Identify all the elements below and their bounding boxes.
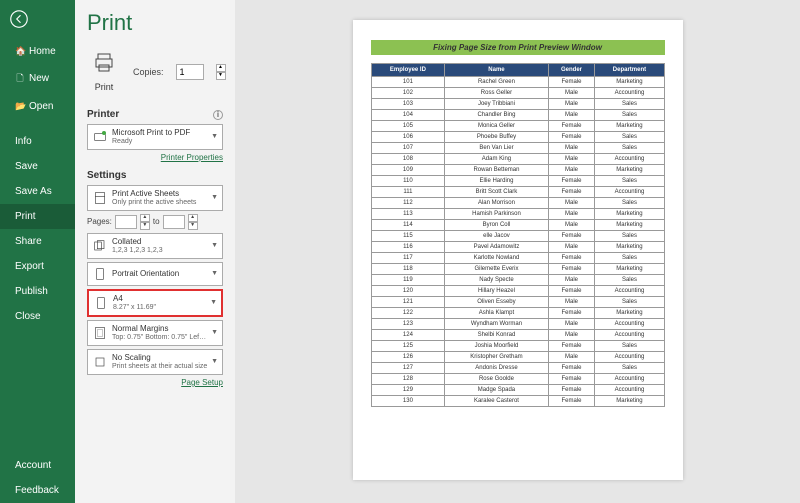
table-row: 120Hillary HeazelFemaleAccounting bbox=[371, 286, 664, 297]
table-row: 109Rowan BettemanMaleMarketing bbox=[371, 165, 664, 176]
print-button[interactable]: Print bbox=[87, 46, 121, 97]
table-row: 121Oliven EssebyMaleSales bbox=[371, 297, 664, 308]
table-row: 112Alan MorrisonMaleSales bbox=[371, 198, 664, 209]
pages-from-input[interactable] bbox=[115, 215, 137, 229]
sidebar-item-info[interactable]: Info bbox=[0, 129, 75, 154]
chevron-down-icon: ▼ bbox=[211, 329, 218, 336]
collation-select[interactable]: Collated1,2,3 1,2,3 1,2,3 ▼ bbox=[87, 233, 223, 259]
table-row: 113Hamish ParkinsonMaleMarketing bbox=[371, 209, 664, 220]
chevron-down-icon: ▼ bbox=[210, 299, 217, 306]
printer-icon bbox=[92, 51, 116, 75]
sidebar-item-save-as[interactable]: Save As bbox=[0, 179, 75, 204]
sheets-icon bbox=[92, 190, 108, 206]
copies-spinner[interactable]: ▲▼ bbox=[216, 64, 226, 80]
column-header: Employee ID bbox=[371, 64, 445, 77]
pages-row: Pages: ▲▼ to ▲▼ bbox=[87, 214, 223, 230]
preview-header-bar: Fixing Page Size from Print Preview Wind… bbox=[371, 40, 665, 55]
sidebar-item-feedback[interactable]: Feedback bbox=[0, 478, 75, 503]
sidebar-item-save[interactable]: Save bbox=[0, 154, 75, 179]
table-row: 118Gilemette EverixFemaleMarketing bbox=[371, 264, 664, 275]
table-row: 102Ross GellerMaleAccounting bbox=[371, 88, 664, 99]
table-row: 122Ashla KlamptFemaleMarketing bbox=[371, 308, 664, 319]
sidebar-item-open[interactable]: 📂Open bbox=[0, 94, 75, 119]
sidebar-item-home[interactable]: 🏠Home bbox=[0, 39, 75, 64]
table-row: 128Rose GooldeFemaleAccounting bbox=[371, 374, 664, 385]
printer-properties-link[interactable]: Printer Properties bbox=[161, 153, 223, 162]
page-setup-link[interactable]: Page Setup bbox=[181, 378, 223, 387]
chevron-down-icon: ▼ bbox=[211, 194, 218, 201]
sidebar: 🏠Home🗋New📂Open InfoSaveSave AsPrintShare… bbox=[0, 0, 75, 503]
copies-input[interactable] bbox=[176, 64, 204, 80]
table-row: 104Chandler BingMaleSales bbox=[371, 110, 664, 121]
chevron-down-icon: ▼ bbox=[211, 133, 218, 140]
sidebar-item-share[interactable]: Share bbox=[0, 229, 75, 254]
printer-select[interactable]: Microsoft Print to PDFReady ▼ bbox=[87, 124, 223, 150]
table-row: 119Nady SpecteMaleSales bbox=[371, 275, 664, 286]
table-row: 115elle JacovFemaleSales bbox=[371, 231, 664, 242]
page-title: Print bbox=[87, 10, 223, 36]
paper-size-select[interactable]: A48.27" x 11.69" ▼ bbox=[87, 289, 223, 317]
table-row: 129Madge SpadaFemaleAccounting bbox=[371, 385, 664, 396]
back-button[interactable] bbox=[0, 0, 75, 39]
chevron-down-icon: ▼ bbox=[211, 242, 218, 249]
table-row: 130Karalee CasterotFemaleMarketing bbox=[371, 396, 664, 407]
printer-section-header: Printer bbox=[87, 109, 119, 120]
table-row: 103Joey TribbianiMaleSales bbox=[371, 99, 664, 110]
sidebar-item-account[interactable]: Account bbox=[0, 453, 75, 478]
info-icon[interactable]: i bbox=[213, 110, 223, 120]
table-row: 126Kristopher GrethamMaleAccounting bbox=[371, 352, 664, 363]
table-row: 108Adam KingMaleAccounting bbox=[371, 154, 664, 165]
sidebar-item-publish[interactable]: Publish bbox=[0, 279, 75, 304]
margins-select[interactable]: Normal MarginsTop: 0.75" Bottom: 0.75" L… bbox=[87, 320, 223, 346]
table-row: 114Byron CollMaleMarketing bbox=[371, 220, 664, 231]
back-arrow-icon bbox=[10, 10, 28, 28]
table-row: 110Ellie HardingFemaleSales bbox=[371, 176, 664, 187]
chevron-down-icon: ▼ bbox=[211, 270, 218, 277]
table-row: 117Karlotte NowlandFemaleSales bbox=[371, 253, 664, 264]
portrait-icon bbox=[92, 266, 108, 282]
sidebar-item-export[interactable]: Export bbox=[0, 254, 75, 279]
table-row: 107Ben Van LierMaleSales bbox=[371, 143, 664, 154]
orientation-select[interactable]: Portrait Orientation ▼ bbox=[87, 262, 223, 286]
scaling-select[interactable]: No ScalingPrint sheets at their actual s… bbox=[87, 349, 223, 375]
preview-table: Employee IDNameGenderDepartment 101Rache… bbox=[371, 63, 665, 407]
sidebar-item-print[interactable]: Print bbox=[0, 204, 75, 229]
table-row: 124Shelbi KonradMaleAccounting bbox=[371, 330, 664, 341]
settings-section-header: Settings bbox=[87, 170, 126, 181]
print-preview-area: Fixing Page Size from Print Preview Wind… bbox=[235, 0, 800, 503]
print-settings-panel: Print Print Copies: ▲▼ Printer i Microso… bbox=[75, 0, 235, 503]
column-header: Name bbox=[445, 64, 548, 77]
sidebar-item-close[interactable]: Close bbox=[0, 304, 75, 329]
table-row: 101Rachel GreenFemaleMarketing bbox=[371, 77, 664, 88]
column-header: Department bbox=[595, 64, 664, 77]
margins-icon bbox=[92, 325, 108, 341]
print-what-select[interactable]: Print Active SheetsOnly print the active… bbox=[87, 185, 223, 211]
chevron-down-icon: ▼ bbox=[211, 358, 218, 365]
table-row: 125Joshia MoorfieldFemaleSales bbox=[371, 341, 664, 352]
table-row: 106Phoebe BuffeyFemaleSales bbox=[371, 132, 664, 143]
page-icon bbox=[93, 295, 109, 311]
preview-page: Fixing Page Size from Print Preview Wind… bbox=[353, 20, 683, 480]
sidebar-item-new[interactable]: 🗋New bbox=[0, 64, 75, 94]
table-row: 123Wyndham WormanMaleAccounting bbox=[371, 319, 664, 330]
column-header: Gender bbox=[548, 64, 595, 77]
table-row: 127Andonis DresseFemaleSales bbox=[371, 363, 664, 374]
pages-to-input[interactable] bbox=[163, 215, 185, 229]
scaling-icon bbox=[92, 354, 108, 370]
copies-label: Copies: bbox=[133, 67, 164, 77]
table-row: 116Pavel AdamowitzMaleMarketing bbox=[371, 242, 664, 253]
table-row: 111Britt Scott ClarkFemaleAccounting bbox=[371, 187, 664, 198]
collated-icon bbox=[92, 238, 108, 254]
printer-status-icon bbox=[92, 129, 108, 145]
table-row: 105Monica GellerFemaleMarketing bbox=[371, 121, 664, 132]
